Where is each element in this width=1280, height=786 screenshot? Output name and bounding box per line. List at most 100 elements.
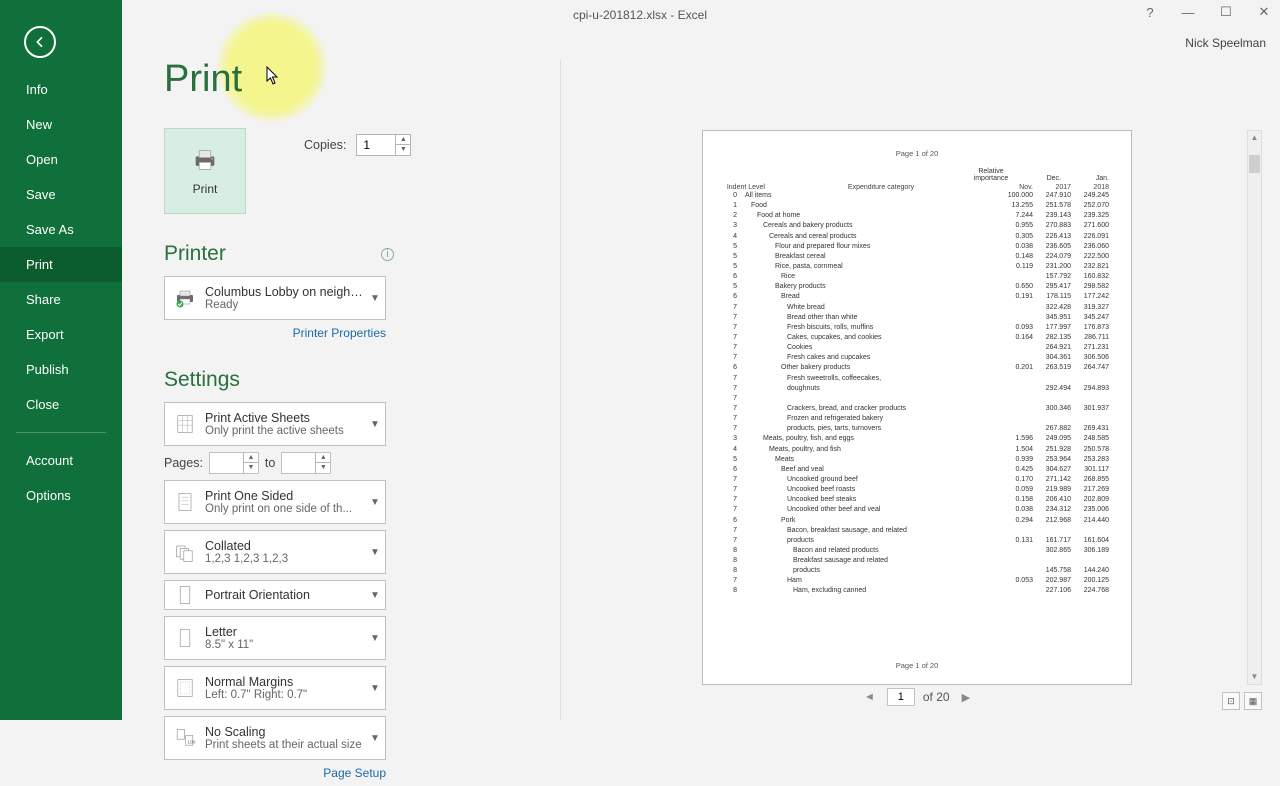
sidebar-item-save-as[interactable]: Save As	[0, 212, 122, 247]
page-number-input[interactable]	[887, 688, 915, 706]
scaling-select[interactable]: 100 No Scaling Print sheets at their act…	[164, 716, 386, 760]
preview-row: 7Uncooked other beef and veal0.038234.31…	[725, 505, 1109, 515]
preview-row: 7	[725, 394, 1109, 404]
preview-row: 5Flour and prepared flour mixes0.038236.…	[725, 242, 1109, 252]
scroll-up-icon[interactable]: ▲	[1248, 131, 1261, 145]
preview-row: 8Bacon and related products302.865306.18…	[725, 546, 1109, 556]
preview-row: 7Fresh sweetrolls, coffeecakes,	[725, 374, 1109, 384]
printer-name: Columbus Lobby on neighb...	[205, 285, 365, 299]
preview-row: 7products, pies, tarts, turnovers267.882…	[725, 424, 1109, 434]
copies-down[interactable]: ▼	[396, 145, 410, 155]
prev-page-button[interactable]: ◄	[860, 691, 879, 703]
sides-select[interactable]: Print One Sided Only print on one side o…	[164, 480, 386, 524]
info-icon[interactable]: i	[381, 248, 394, 261]
scaling-icon: 100	[165, 726, 205, 750]
printer-select[interactable]: Columbus Lobby on neighb... Ready ▼	[164, 276, 386, 320]
sidebar-item-info[interactable]: Info	[0, 72, 122, 107]
sidebar-item-account[interactable]: Account	[0, 443, 122, 478]
print-button[interactable]: Print	[164, 128, 246, 214]
preview-row: 7Bacon, breakfast sausage, and related	[725, 526, 1109, 536]
preview-row: 6Bread0.191178.115177.242	[725, 292, 1109, 302]
sidebar-item-share[interactable]: Share	[0, 282, 122, 317]
page-title: Print	[164, 58, 242, 101]
collate-icon	[165, 540, 205, 564]
preview-row: 3Cereals and bakery products0.955270.883…	[725, 221, 1109, 231]
backstage-sidebar: InfoNewOpenSaveSave AsPrintShareExportPu…	[0, 0, 122, 720]
preview-row: 7Frozen and refrigerated bakery	[725, 414, 1109, 424]
preview-row: 7Bread other than white345.951345.247	[725, 313, 1109, 323]
pages-to-stepper[interactable]: ▲▼	[281, 452, 331, 474]
copies-input[interactable]	[357, 138, 395, 152]
preview-row: 6Beef and veal0.425304.627301.117	[725, 465, 1109, 475]
scroll-down-icon[interactable]: ▼	[1248, 670, 1261, 684]
pages-to-label: to	[265, 456, 275, 470]
sidebar-item-close[interactable]: Close	[0, 387, 122, 422]
printer-ready-icon	[165, 286, 205, 310]
preview-row: 7Cookies264.921271.231	[725, 343, 1109, 353]
page-setup-link[interactable]: Page Setup	[164, 766, 386, 780]
zoom-to-page-button[interactable]: ⊡	[1222, 692, 1240, 710]
chevron-down-icon: ▼	[365, 419, 385, 430]
preview-row: 3Meats, poultry, fish, and eggs1.596249.…	[725, 434, 1109, 444]
printer-properties-link[interactable]: Printer Properties	[164, 326, 386, 340]
pages-from-input[interactable]	[210, 453, 243, 473]
divider	[560, 60, 561, 720]
preview-scrollbar[interactable]: ▲ ▼	[1247, 130, 1262, 685]
preview-row: 7products0.131161.717161.604	[725, 536, 1109, 546]
preview-row: 7Fresh biscuits, rolls, muffins0.093177.…	[725, 323, 1109, 333]
sidebar-item-export[interactable]: Export	[0, 317, 122, 352]
preview-row: 6Rice157.792160.832	[725, 272, 1109, 282]
sidebar-item-options[interactable]: Options	[0, 478, 122, 513]
margins-select[interactable]: Normal Margins Left: 0.7" Right: 0.7" ▼	[164, 666, 386, 710]
show-margins-button[interactable]: ▦	[1244, 692, 1262, 710]
copies-stepper[interactable]: ▲ ▼	[356, 134, 411, 156]
preview-row: 8Ham, excluding canned227.106224.768	[725, 586, 1109, 596]
preview-row: 4Cereals and cereal products0.305226.413…	[725, 232, 1109, 242]
preview-row: 7Ham0.053202.987200.125	[725, 576, 1109, 586]
chevron-down-icon: ▼	[365, 497, 385, 508]
paper-select[interactable]: Letter 8.5" x 11" ▼	[164, 616, 386, 660]
pages-label: Pages:	[164, 456, 203, 470]
printer-icon	[191, 146, 219, 174]
sheets-icon	[165, 412, 205, 436]
chevron-down-icon: ▼	[365, 590, 385, 601]
copies-up[interactable]: ▲	[396, 135, 410, 145]
svg-text:100: 100	[187, 739, 195, 745]
next-page-button[interactable]: ▶	[958, 691, 974, 704]
preview-row: 7Crackers, bread, and cracker products30…	[725, 404, 1109, 414]
pages-from-stepper[interactable]: ▲▼	[209, 452, 259, 474]
print-what-select[interactable]: Print Active Sheets Only print the activ…	[164, 402, 386, 446]
preview-row: 4Meats, poultry, and fish1.504251.928250…	[725, 445, 1109, 455]
collate-select[interactable]: Collated 1,2,3 1,2,3 1,2,3 ▼	[164, 530, 386, 574]
back-button[interactable]	[24, 26, 56, 58]
preview-row: 7Cakes, cupcakes, and cookies0.164282.13…	[725, 333, 1109, 343]
orientation-select[interactable]: Portrait Orientation ▼	[164, 580, 386, 610]
preview-page: Page 1 of 20 Relative importance Dec. Ja…	[702, 130, 1132, 685]
preview-row: 7Fresh cakes and cupcakes304.361306.506	[725, 353, 1109, 363]
sidebar-item-new[interactable]: New	[0, 107, 122, 142]
chevron-down-icon: ▼	[365, 733, 385, 744]
preview-row: 2Food at home7.244239.143239.325	[725, 211, 1109, 221]
cursor-icon	[266, 66, 280, 91]
preview-row: 7Uncooked beef steaks0.158206.410202.809	[725, 495, 1109, 505]
pages-to-input[interactable]	[282, 453, 315, 473]
sidebar-item-publish[interactable]: Publish	[0, 352, 122, 387]
preview-row: 0All items100.000247.910249.245	[725, 191, 1109, 201]
chevron-down-icon: ▼	[365, 293, 385, 304]
preview-row: 1Food13.255251.578252.070	[725, 201, 1109, 211]
sidebar-item-print[interactable]: Print	[0, 247, 122, 282]
sidebar-item-save[interactable]: Save	[0, 177, 122, 212]
page-total: of 20	[923, 690, 950, 704]
copies-label: Copies:	[304, 138, 346, 152]
chevron-down-icon: ▼	[365, 633, 385, 644]
preview-row: 8Breakfast sausage and related	[725, 556, 1109, 566]
chevron-down-icon: ▼	[365, 547, 385, 558]
scroll-thumb[interactable]	[1249, 155, 1260, 173]
preview-row: 7doughnuts292.494294.893	[725, 384, 1109, 394]
preview-row: 5Bakery products0.650295.417298.582	[725, 282, 1109, 292]
preview-row: 7Uncooked ground beef0.170271.142268.855	[725, 475, 1109, 485]
preview-row: 8products145.758144.240	[725, 566, 1109, 576]
preview-row: 5Meats0.939253.964253.283	[725, 455, 1109, 465]
margins-icon	[165, 676, 205, 700]
sidebar-item-open[interactable]: Open	[0, 142, 122, 177]
